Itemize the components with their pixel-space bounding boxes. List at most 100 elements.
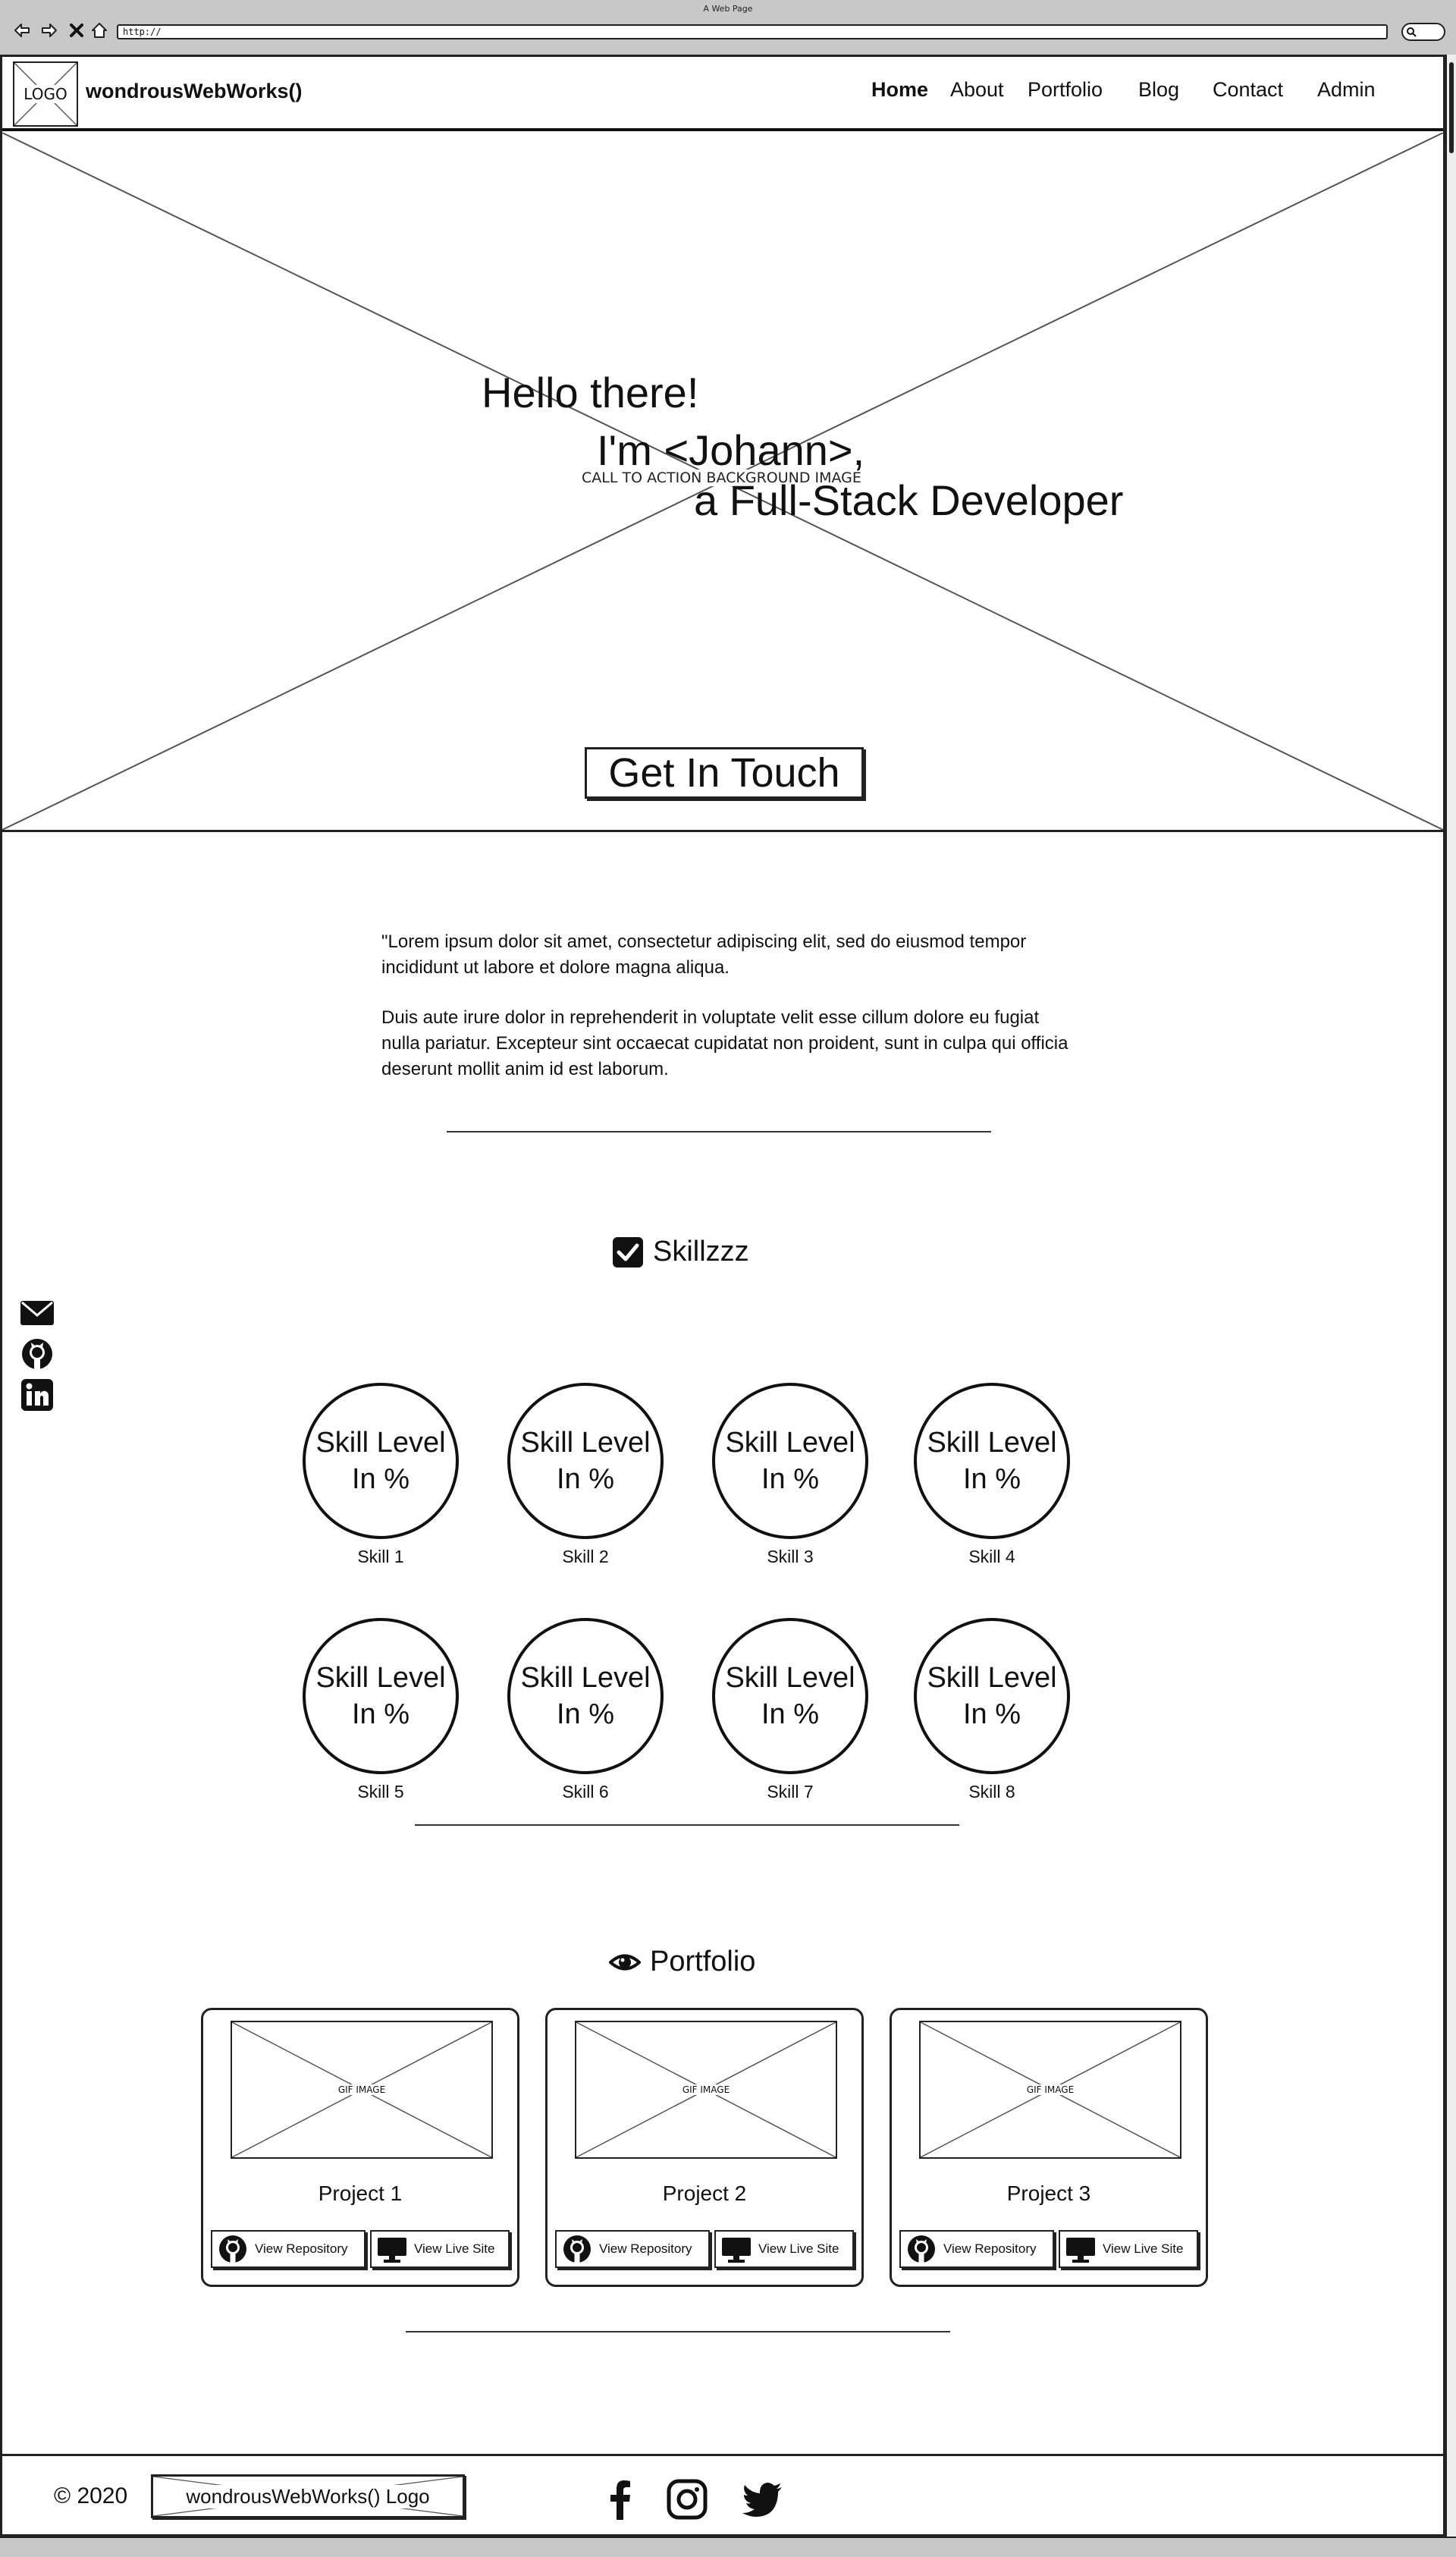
view-live-site-button[interactable]: View Live Site (714, 2230, 854, 2268)
skill-label: Skill 2 (562, 1547, 609, 1566)
github-icon (908, 2235, 935, 2263)
portfolio-heading: Portfolio (609, 1946, 755, 1978)
skills-heading: Skillzzz (612, 1236, 749, 1268)
skill-level-unit: In % (962, 1698, 1021, 1730)
skill-item: Skill Level In % Skill 3 (712, 1383, 868, 1567)
skill-label: Skill 3 (767, 1547, 814, 1566)
linkedin-icon[interactable] (19, 1377, 55, 1413)
nav-portfolio[interactable]: Portfolio (1028, 78, 1103, 102)
view-live-site-button[interactable]: View Live Site (370, 2230, 510, 2268)
skill-level-unit: In % (761, 1463, 820, 1495)
web-page: LOGO wondrousWebWorks() Home About Portf… (0, 55, 1445, 2537)
forward-arrow-icon[interactable] (38, 18, 61, 42)
twitter-icon[interactable] (741, 2477, 785, 2521)
project-title: Project 2 (662, 2182, 747, 2205)
monitor-icon (722, 2238, 751, 2263)
skill-label: Skill 8 (968, 1782, 1015, 1802)
skill-level-text: Skill Level (725, 1427, 855, 1459)
site-brand[interactable]: wondrousWebWorks() (86, 80, 303, 103)
skill-level-circle: Skill Level In % (303, 1383, 459, 1539)
site-logo[interactable]: LOGO (13, 61, 78, 127)
project-gif-image: GIF IMAGE (919, 2021, 1181, 2159)
about-paragraph-2: Duis aute irure dolor in reprehenderit i… (381, 1007, 1068, 1079)
skill-label: Skill 7 (767, 1782, 814, 1802)
skill-level-circle: Skill Level In % (507, 1618, 664, 1774)
github-icon[interactable] (19, 1336, 55, 1372)
scrollbar-thumb[interactable] (1449, 62, 1454, 153)
skill-level-unit: In % (761, 1698, 820, 1730)
instagram-icon[interactable] (665, 2477, 709, 2521)
eye-icon (609, 1954, 641, 1970)
copyright-text: © 2020 (54, 2483, 128, 2508)
skill-level-circle: Skill Level In % (712, 1618, 868, 1774)
skill-level-unit: In % (962, 1463, 1021, 1495)
hero-name: I'm <Johann>, (597, 426, 865, 474)
stop-x-icon[interactable] (65, 18, 88, 42)
logo-label: LOGO (22, 85, 69, 103)
skill-level-text: Skill Level (520, 1662, 651, 1694)
project-title: Project 1 (318, 2182, 403, 2205)
project-card: GIF IMAGE Project 1 View Repository View Li… (201, 2008, 519, 2287)
get-in-touch-button[interactable]: Get In Touch (585, 747, 864, 799)
envelope-icon[interactable] (19, 1295, 55, 1331)
project-title: Project 3 (1006, 2182, 1091, 2205)
vertical-scrollbar[interactable] (1445, 55, 1456, 2537)
view-repository-label: View Repository (255, 2241, 348, 2256)
site-footer: © 2020 wondrousWebWorks() Logo (2, 2454, 1443, 2534)
facebook-icon[interactable] (598, 2477, 642, 2521)
skill-level-circle: Skill Level In % (712, 1383, 868, 1539)
skill-level-circle: Skill Level In % (303, 1618, 459, 1774)
skill-level-text: Skill Level (315, 1662, 446, 1694)
skill-level-circle: Skill Level In % (914, 1618, 1070, 1774)
checkbox-checked-icon (613, 1236, 643, 1268)
view-live-site-button[interactable]: View Live Site (1059, 2230, 1198, 2268)
skill-label: Skill 5 (357, 1782, 404, 1802)
skill-label: Skill 1 (357, 1547, 404, 1566)
project-gif-image: GIF IMAGE (575, 2021, 837, 2159)
skill-item: Skill Level In % Skill 1 (303, 1383, 459, 1567)
about-paragraph-1: "Lorem ipsum dolor sit amet, consectetur… (381, 931, 1027, 978)
monitor-icon (378, 2238, 406, 2263)
skill-level-text: Skill Level (725, 1662, 855, 1694)
hero-greeting: Hello there! (482, 369, 699, 416)
search-icon (1407, 27, 1417, 37)
skill-level-circle: Skill Level In % (507, 1383, 664, 1539)
gif-caption: GIF IMAGE (336, 2084, 388, 2095)
back-arrow-icon[interactable] (11, 18, 33, 42)
url-input[interactable]: http:// (117, 24, 1388, 39)
skill-label: Skill 4 (968, 1547, 1015, 1566)
skill-level-text: Skill Level (927, 1662, 1057, 1694)
section-divider (447, 1131, 991, 1132)
project-gif-image: GIF IMAGE (231, 2021, 493, 2159)
footer-logo[interactable]: wondrousWebWorks() Logo (151, 2474, 465, 2518)
search-button[interactable] (1401, 23, 1445, 41)
window-title: A Web Page (0, 0, 1456, 18)
browser-toolbar: http:// (0, 18, 1456, 56)
project-card: GIF IMAGE Project 2 View Repository View Li… (545, 2008, 864, 2287)
hero-section: CALL TO ACTION BACKGROUND IMAGE Hello th… (2, 133, 1443, 832)
skill-level-text: Skill Level (520, 1427, 651, 1459)
view-repository-label: View Repository (943, 2241, 1037, 2256)
section-divider (415, 1824, 959, 1826)
nav-about[interactable]: About (950, 78, 1004, 102)
site-header: LOGO wondrousWebWorks() Home About Portf… (2, 57, 1443, 131)
nav-home[interactable]: Home (871, 78, 928, 102)
home-icon[interactable] (88, 18, 111, 42)
skill-level-circle: Skill Level In % (914, 1383, 1070, 1539)
view-repository-button[interactable]: View Repository (555, 2230, 710, 2268)
skill-item: Skill Level In % Skill 7 (712, 1618, 868, 1802)
view-repository-button[interactable]: View Repository (211, 2230, 366, 2268)
view-repository-label: View Repository (599, 2241, 692, 2256)
gif-caption: GIF IMAGE (1025, 2084, 1076, 2095)
view-repository-button[interactable]: View Repository (899, 2230, 1054, 2268)
nav-blog[interactable]: Blog (1138, 78, 1179, 102)
nav-contact[interactable]: Contact (1213, 78, 1283, 102)
view-live-site-label: View Live Site (758, 2241, 839, 2256)
monitor-icon (1066, 2238, 1095, 2263)
nav-admin[interactable]: Admin (1317, 78, 1376, 102)
skill-level-unit: In % (556, 1463, 615, 1495)
skill-item: Skill Level In % Skill 5 (303, 1618, 459, 1802)
skill-level-unit: In % (351, 1463, 410, 1495)
section-divider (406, 2331, 950, 2332)
skill-label: Skill 6 (562, 1782, 609, 1802)
